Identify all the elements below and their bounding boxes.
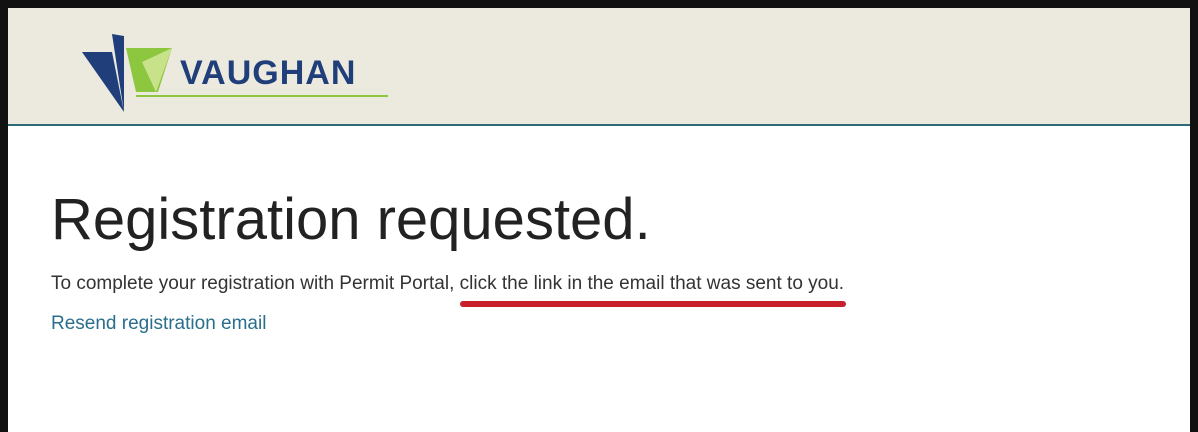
site-header: VAUGHAN <box>8 8 1190 126</box>
highlighted-instruction: click the link in the email that was sen… <box>459 272 847 307</box>
page-title: Registration requested. <box>51 187 651 252</box>
vaughan-logo[interactable]: VAUGHAN <box>82 26 402 116</box>
resend-registration-email-link[interactable]: Resend registration email <box>51 312 266 336</box>
browser-frame: VAUGHAN Registration requested. To compl… <box>0 0 1198 432</box>
message-prefix: To complete your registration with Permi… <box>51 273 460 294</box>
main-content: Registration requested. To complete your… <box>51 188 1191 336</box>
message-highlight: click the link in the email that was sen… <box>459 273 845 294</box>
red-underline-annotation <box>459 301 847 307</box>
registration-message: To complete your registration with Permi… <box>51 272 1191 307</box>
logo-text: VAUGHAN <box>180 54 357 92</box>
